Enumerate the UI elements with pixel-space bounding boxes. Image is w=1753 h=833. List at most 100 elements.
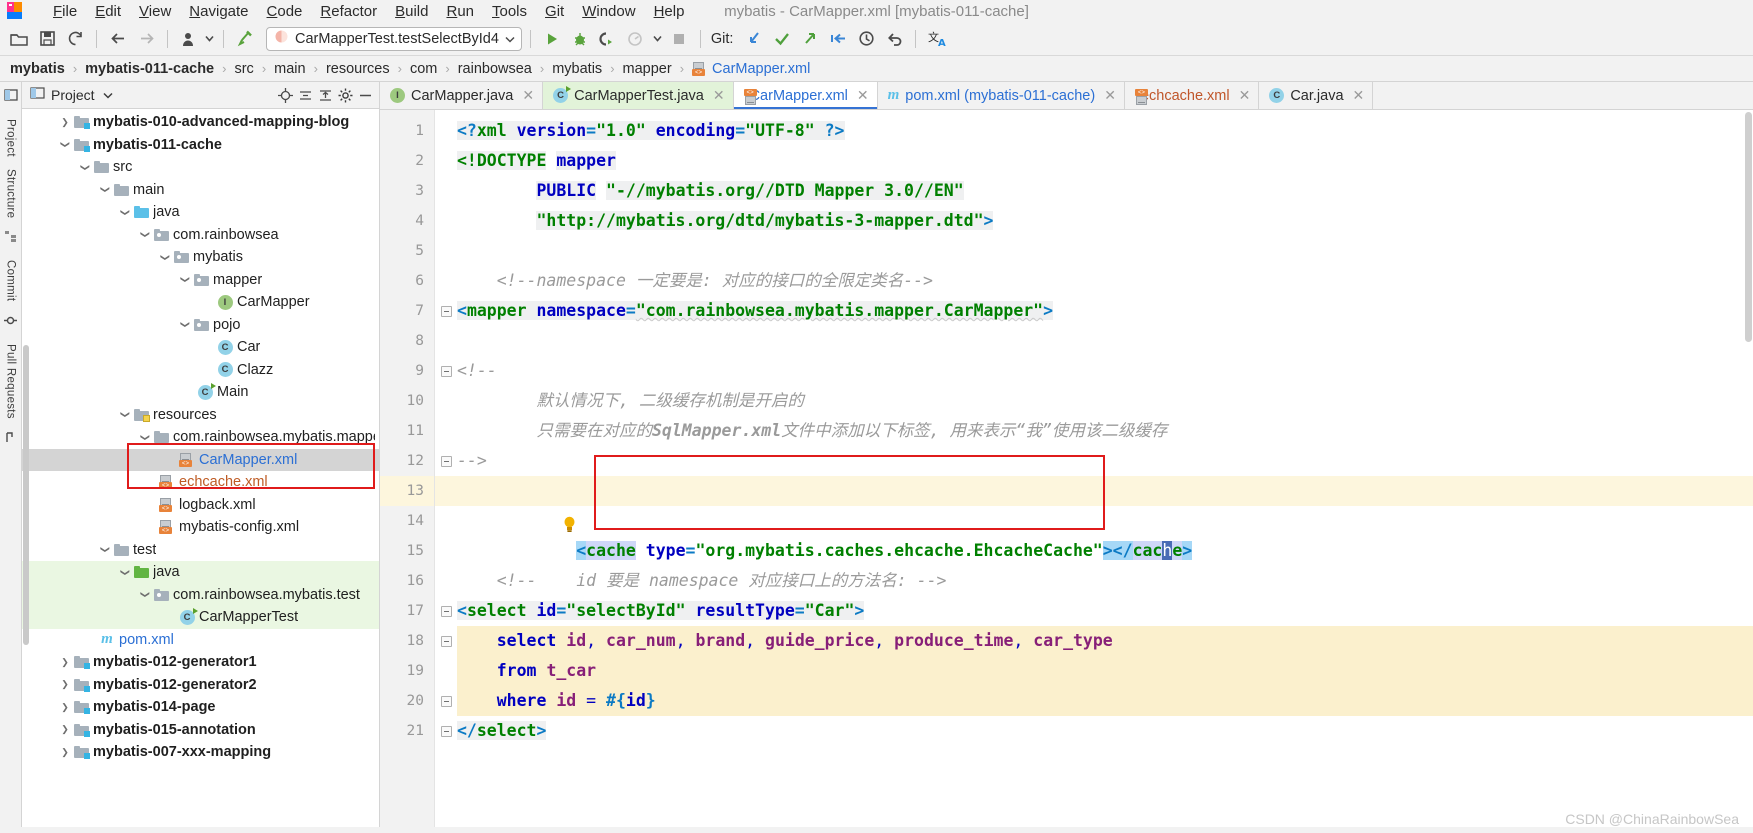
tree-row-mybatis-012-generator1[interactable]: ❯ mybatis-012-generator1 <box>22 651 379 674</box>
menu-navigate[interactable]: Navigate <box>180 2 257 21</box>
breadcrumb-item-7[interactable]: mybatis <box>552 61 602 77</box>
chevron-down-icon[interactable]: ❯ <box>140 228 151 242</box>
clock-history-icon[interactable] <box>853 26 879 52</box>
sidebar-item-structure[interactable]: Structure <box>5 169 17 218</box>
editor-fold-column[interactable] <box>435 110 457 827</box>
tree-row-pom-xml[interactable]: m pom.xml <box>22 629 379 652</box>
chevron-down-icon[interactable]: ❯ <box>140 588 151 602</box>
tree-row-main[interactable]: ❯ main <box>22 179 379 202</box>
chevron-down-icon[interactable]: ❯ <box>120 565 131 579</box>
tab-car-java[interactable]: C Car.java ✕ <box>1259 82 1374 109</box>
menu-view[interactable]: View <box>130 2 180 21</box>
fold-marker-mapper[interactable] <box>435 296 457 326</box>
sidebar-item-project[interactable]: Project <box>5 119 17 157</box>
tree-row-clazz-class[interactable]: C Clazz <box>22 359 379 382</box>
chevron-down-icon[interactable] <box>505 30 515 48</box>
avatar-dropdown-icon[interactable] <box>204 26 215 52</box>
menu-edit[interactable]: Edit <box>86 2 130 21</box>
chevron-right-icon[interactable]: ❯ <box>58 117 72 128</box>
tab-pom-xml[interactable]: m pom.xml (mybatis-011-cache) ✕ <box>878 82 1125 109</box>
breadcrumb-item-3[interactable]: main <box>274 61 305 77</box>
git-pull-icon[interactable] <box>825 26 851 52</box>
menu-run[interactable]: Run <box>437 2 483 21</box>
chevron-right-icon[interactable]: ❯ <box>58 747 72 758</box>
chevron-down-icon[interactable]: ❯ <box>120 205 131 219</box>
run-configuration-selector[interactable]: CarMapperTest.testSelectById4 <box>266 26 522 51</box>
tree-row-car-class[interactable]: C Car <box>22 336 379 359</box>
code-editor[interactable]: 1 2 3 4 5 6 7 8 9 10 11 12 13 14 15 16 1 <box>380 110 1753 827</box>
chevron-down-icon[interactable]: ❯ <box>120 408 131 422</box>
close-icon[interactable]: ✕ <box>857 87 869 104</box>
chevron-down-icon[interactable]: ❯ <box>180 273 191 287</box>
breadcrumb-item-9[interactable]: <> CarMapper.xml <box>692 61 810 77</box>
menu-tools[interactable]: Tools <box>483 2 536 21</box>
tree-row-mapper-pkg[interactable]: ❯ mapper <box>22 269 379 292</box>
menu-code[interactable]: Code <box>258 2 312 21</box>
chevron-down-icon[interactable]: ❯ <box>100 183 111 197</box>
tree-row-com-rainbowsea[interactable]: ❯ com.rainbowsea <box>22 224 379 247</box>
tab-carmapper-xml[interactable]: <> CarMapper.xml ✕ <box>733 82 878 109</box>
user-avatar-icon[interactable] <box>176 26 202 52</box>
chevron-down-icon[interactable] <box>103 86 113 104</box>
project-tree-scrollbar[interactable] <box>23 345 29 645</box>
sidebar-item-commit[interactable]: Commit <box>5 260 17 301</box>
menu-git[interactable]: Git <box>536 2 573 21</box>
tree-row-java-test[interactable]: ❯ java <box>22 561 379 584</box>
tree-row-test-pkg[interactable]: ❯ com.rainbowsea.mybatis.test <box>22 583 379 606</box>
menu-file[interactable]: File <box>44 2 86 21</box>
breadcrumb-item-8[interactable]: mapper <box>623 61 672 77</box>
git-commit-check-icon[interactable] <box>769 26 795 52</box>
undo-rollback-icon[interactable] <box>881 26 907 52</box>
chevron-right-icon[interactable]: ❯ <box>58 657 72 668</box>
fold-marker-sql[interactable] <box>435 626 457 656</box>
arrow-back-icon[interactable] <box>105 26 131 52</box>
close-icon[interactable]: ✕ <box>1353 87 1365 104</box>
close-icon[interactable]: ✕ <box>1104 87 1116 104</box>
tab-carmappertest-java[interactable]: C CarMapperTest.java ✕ <box>543 82 734 109</box>
menu-refactor[interactable]: Refactor <box>311 2 386 21</box>
breadcrumb-item-4[interactable]: resources <box>326 61 390 77</box>
save-all-icon[interactable] <box>34 26 60 52</box>
tree-row-mybatis-012-generator2[interactable]: ❯ mybatis-012-generator2 <box>22 674 379 697</box>
tree-row-resources[interactable]: ❯ resources <box>22 404 379 427</box>
chevron-right-icon[interactable]: ❯ <box>58 724 72 735</box>
git-update-arrow-down-icon[interactable] <box>741 26 767 52</box>
chevron-down-icon[interactable]: ❯ <box>160 250 171 264</box>
tree-row-java-main[interactable]: ❯ java <box>22 201 379 224</box>
chevron-down-icon[interactable]: ❯ <box>140 430 151 444</box>
tree-row-main-class[interactable]: C Main <box>22 381 379 404</box>
chevron-down-icon[interactable]: ❯ <box>60 138 71 152</box>
tree-row-mybatis-007-xxx-mapping[interactable]: ❯ mybatis-007-xxx-mapping <box>22 741 379 764</box>
breadcrumb-item-0[interactable]: mybatis <box>10 61 65 77</box>
tree-row-mybatis-015-annotation[interactable]: ❯ mybatis-015-annotation <box>22 719 379 742</box>
hammer-icon[interactable] <box>232 26 258 52</box>
menu-build[interactable]: Build <box>386 2 437 21</box>
fold-marker-sql-end[interactable] <box>435 686 457 716</box>
translate-icon[interactable]: 文A <box>924 26 950 52</box>
breadcrumb-item-6[interactable]: rainbowsea <box>458 61 532 77</box>
close-icon[interactable]: ✕ <box>713 87 725 104</box>
expand-all-icon[interactable] <box>315 85 335 105</box>
debug-bug-icon[interactable] <box>567 26 593 52</box>
structure-panel-icon[interactable] <box>4 230 17 248</box>
breadcrumb-item-1[interactable]: mybatis-011-cache <box>85 61 214 77</box>
tree-row-logback-xml[interactable]: <> logback.xml <box>22 494 379 517</box>
close-icon[interactable]: ✕ <box>1239 87 1251 104</box>
tree-row-carmapper-interface[interactable]: I CarMapper <box>22 291 379 314</box>
tab-carmapper-java[interactable]: I CarMapper.java ✕ <box>380 82 544 109</box>
chevron-right-icon[interactable]: ❯ <box>58 702 72 713</box>
stop-square-icon[interactable] <box>666 26 692 52</box>
tree-row-test[interactable]: ❯ test <box>22 539 379 562</box>
git-push-arrow-up-icon[interactable] <box>797 26 823 52</box>
chevron-down-icon[interactable]: ❯ <box>80 160 91 174</box>
run-with-coverage-icon[interactable] <box>595 26 621 52</box>
tree-row-echcache-xml[interactable]: <> echcache.xml <box>22 471 379 494</box>
tree-row-mybatis-010-advanced-mapping-blog[interactable]: ❯ mybatis-010-advanced-mapping-blog <box>22 111 379 134</box>
chevron-down-icon[interactable]: ❯ <box>180 318 191 332</box>
tree-row-mybatis-014-page[interactable]: ❯ mybatis-014-page <box>22 696 379 719</box>
tree-row-pojo-pkg[interactable]: ❯ pojo <box>22 314 379 337</box>
project-tree[interactable]: ❯ mybatis-010-advanced-mapping-blog ❯ my… <box>22 109 379 827</box>
fold-marker-select-end[interactable] <box>435 716 457 746</box>
chevron-right-icon[interactable]: ❯ <box>58 679 72 690</box>
code-text[interactable]: <?xml version="1.0" encoding="UTF-8" ?> … <box>457 110 1753 827</box>
